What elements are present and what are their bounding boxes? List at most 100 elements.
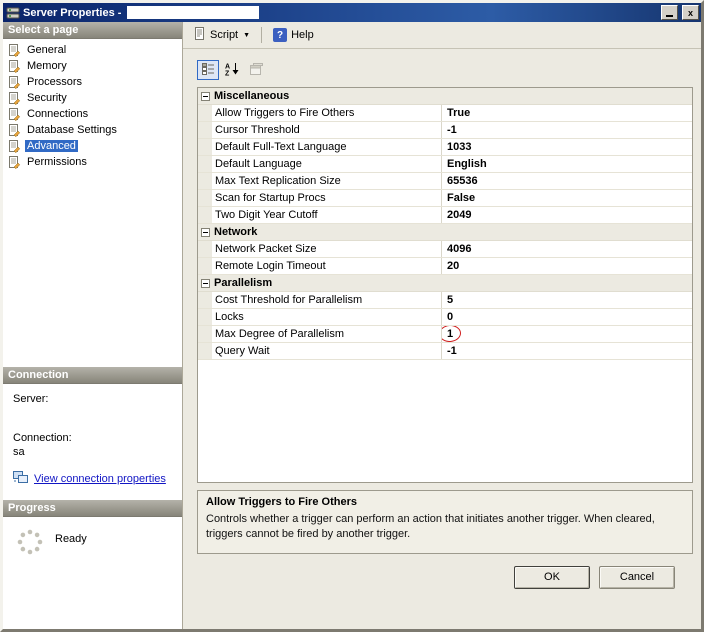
property-description-pane: Allow Triggers to Fire Others Controls w… [197,490,693,554]
property-label: Cost Threshold for Parallelism [212,292,442,308]
page-icon [8,155,21,169]
property-row[interactable]: Remote Login Timeout 20 [198,258,692,275]
property-label: Scan for Startup Procs [212,190,442,206]
page-icon [8,91,21,105]
property-row[interactable]: Default Language English [198,156,692,173]
property-value[interactable]: 0 [442,309,692,325]
row-indent [198,241,212,257]
property-row[interactable]: Network Packet Size 4096 [198,241,692,258]
row-indent [198,105,212,121]
minimize-button[interactable] [661,5,678,20]
help-icon: ? [273,28,288,42]
row-indent [198,309,212,325]
sidebar-item-memory[interactable]: Memory [3,58,182,74]
help-button[interactable]: ? Help [267,25,320,45]
view-connection-properties-row: View connection properties [13,471,174,487]
property-value[interactable]: 65536 [442,173,692,189]
property-value[interactable]: -1 [442,122,692,138]
main-body: AZ Miscellaneous Allow Triggers to Fire … [183,49,701,629]
category-row-network[interactable]: Network [198,224,692,241]
property-value[interactable]: 2049 [442,207,692,223]
dialog-toolbar: Script ▼ ? Help [183,22,701,49]
svg-text:Z: Z [225,70,230,76]
select-page-header: Select a page [3,22,182,39]
collapse-icon[interactable] [201,227,210,237]
sidebar-item-general[interactable]: General [3,42,182,58]
server-label: Server: [13,393,49,405]
page-icon [8,75,21,89]
property-value[interactable]: 4096 [442,241,692,257]
property-row[interactable]: Locks 0 [198,309,692,326]
property-value[interactable]: -1 [442,343,692,359]
category-label: Parallelism [214,277,273,289]
collapse-icon[interactable] [201,91,210,101]
property-value[interactable]: 1033 [442,139,692,155]
row-indent [198,156,212,172]
sidebar-item-label: Database Settings [27,124,117,136]
property-value[interactable]: True [442,105,692,121]
property-label: Remote Login Timeout [212,258,442,274]
sidebar-item-processors[interactable]: Processors [3,74,182,90]
progress-status: Ready [55,533,87,545]
right-pane: Script ▼ ? Help A Z Miscellaneous Allow … [183,22,701,629]
script-button[interactable]: Script ▼ [187,24,256,46]
property-value[interactable]: 5 [442,292,692,308]
sidebar-item-connections[interactable]: Connections [3,106,182,122]
sidebar-item-label: Connections [27,108,89,120]
property-row[interactable]: Allow Triggers to Fire Others True [198,105,692,122]
close-button[interactable]: x [682,5,699,20]
connection-label: Connection: [13,432,72,444]
window-title: Server Properties - [23,6,122,19]
sidebar-item-permissions[interactable]: Permissions [3,154,182,170]
property-label: Default Full-Text Language [212,139,442,155]
category-label: Network [214,226,258,238]
property-value[interactable]: 1 [442,326,692,342]
property-row[interactable]: Cursor Threshold -1 [198,122,692,139]
progress-spinner-icon [15,527,45,557]
property-label: Max Degree of Parallelism [212,326,442,342]
property-row[interactable]: Default Full-Text Language 1033 [198,139,692,156]
row-indent [198,139,212,155]
row-indent [198,173,212,189]
sidebar-item-label: Permissions [27,156,87,168]
property-row[interactable]: Scan for Startup Procs False [198,190,692,207]
sort-az-icon: AZ [225,62,240,79]
red-circle-annotation [442,326,462,342]
ok-button[interactable]: OK [514,565,590,589]
row-indent [198,326,212,342]
server-properties-dialog: Server Properties - x Select a page Gene… [0,0,704,632]
connection-section: Server: Connection: sa View connection p… [3,384,182,500]
sidebar-item-database-settings[interactable]: Database Settings [3,122,182,138]
sidebar-item-security[interactable]: Security [3,90,182,106]
property-value[interactable]: False [442,190,692,206]
row-indent [198,292,212,308]
property-row-max-degree-of-parallelism[interactable]: Max Degree of Parallelism 1 [198,326,692,343]
property-row[interactable]: Two Digit Year Cutoff 2049 [198,207,692,224]
property-row[interactable]: Max Text Replication Size 65536 [198,173,692,190]
cancel-button[interactable]: Cancel [599,565,675,589]
titlebar[interactable]: Server Properties - x [3,3,701,22]
chevron-down-icon: ▼ [243,31,251,39]
categorized-view-button[interactable] [197,60,219,80]
alphabetical-sort-button[interactable]: AZ [221,60,243,80]
property-row[interactable]: Cost Threshold for Parallelism 5 [198,292,692,309]
view-connection-properties-link[interactable]: View connection properties [34,473,166,485]
toolbar-separator [261,27,263,43]
category-row-parallelism[interactable]: Parallelism [198,275,692,292]
connection-value: sa [13,446,25,458]
collapse-icon[interactable] [201,278,210,288]
property-row[interactable]: Query Wait -1 [198,343,692,360]
script-button-label: Script [210,29,239,41]
category-row-miscellaneous[interactable]: Miscellaneous [198,88,692,105]
left-pane: Select a page General Memory Processors … [3,22,183,629]
description-title: Allow Triggers to Fire Others [206,496,357,508]
sidebar-item-advanced[interactable]: Advanced [3,138,182,154]
row-indent [198,207,212,223]
sidebar-item-label: Advanced [25,140,78,152]
property-label: Query Wait [212,343,442,359]
dialog-content: Select a page General Memory Processors … [3,22,701,629]
property-value[interactable]: English [442,156,692,172]
progress-section-header: Progress [3,500,182,517]
script-icon [193,27,206,43]
property-value[interactable]: 20 [442,258,692,274]
